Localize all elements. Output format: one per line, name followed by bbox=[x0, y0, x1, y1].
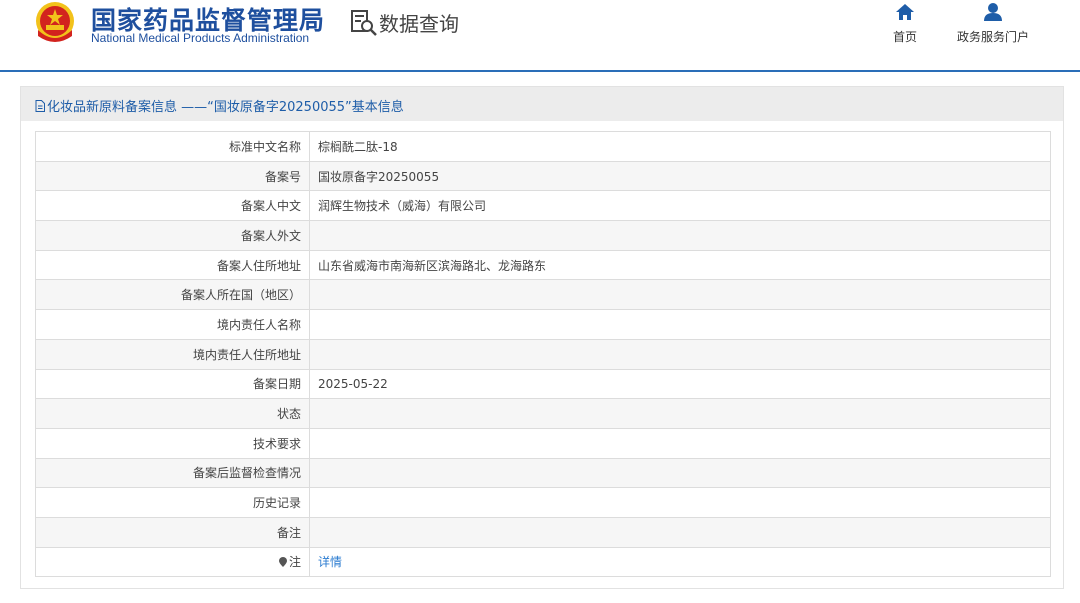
data-query-title: 数据查询 bbox=[379, 12, 459, 36]
field-label: 境内责任人名称 bbox=[35, 309, 310, 340]
field-label: 技术要求 bbox=[35, 427, 310, 459]
field-label: 备案人中文 bbox=[35, 190, 310, 222]
field-value: 2025-05-22 bbox=[309, 368, 1051, 400]
table-row: 状态 bbox=[35, 398, 1051, 429]
nav-home-label: 首页 bbox=[892, 30, 917, 44]
table-row: 境内责任人名称 bbox=[35, 309, 1051, 340]
field-value: 国妆原备字20250055 bbox=[309, 160, 1051, 192]
field-value bbox=[309, 309, 1051, 340]
field-value: 棕榈酰二肽-18 bbox=[309, 131, 1051, 162]
field-value bbox=[309, 457, 1051, 489]
table-row: 标准中文名称 棕榈酰二肽-18 bbox=[35, 131, 1051, 162]
table-row: 备案日期 2025-05-22 bbox=[35, 368, 1051, 400]
field-value bbox=[309, 516, 1051, 548]
note-label: 注 bbox=[288, 555, 301, 570]
field-label: 状态 bbox=[35, 398, 310, 429]
field-label: 备案日期 bbox=[35, 368, 310, 400]
note-value-cell: 详情 bbox=[309, 546, 1051, 578]
record-panel: 化妆品新原料备案信息 ——“国妆原备字20250055”基本信息 标准中文名称棕… bbox=[20, 86, 1064, 589]
field-label: 境内责任人住所地址 bbox=[35, 338, 310, 370]
field-value: 山东省威海市南海新区滨海路北、龙海路东 bbox=[309, 249, 1051, 281]
header-divider bbox=[0, 70, 1080, 72]
field-label: 标准中文名称 bbox=[35, 131, 310, 162]
national-emblem-icon bbox=[36, 2, 74, 42]
table-row: 备案人住所地址 山东省威海市南海新区滨海路北、龙海路东 bbox=[35, 249, 1051, 281]
table-row: 历史记录 bbox=[35, 487, 1051, 518]
note-label-cell: 注 bbox=[35, 546, 310, 578]
nav-portal-label: 政务服务门户 bbox=[956, 30, 1029, 44]
panel-header: 化妆品新原料备案信息 ——“国妆原备字20250055”基本信息 bbox=[21, 87, 1063, 121]
table-row: 备注 bbox=[35, 516, 1051, 548]
details-link[interactable]: 详情 bbox=[318, 555, 342, 569]
field-value bbox=[309, 487, 1051, 518]
brand-title-en: National Medical Products Administration bbox=[91, 31, 310, 45]
record-info-table: 标准中文名称 棕榈酰二肽-18 备案号 国妆原备字20250055 备案人中文 润辉生物技… bbox=[35, 131, 1051, 578]
site-header: 国家药品监督管理局 National Medical Products Admi… bbox=[0, 0, 1080, 72]
panel-title: 化妆品新原料备案信息 ——“国妆原备字20250055”基本信息 bbox=[35, 96, 404, 115]
nav-portal-link[interactable]: 政务服务门户 bbox=[952, 2, 1034, 45]
table-row: 技术要求 bbox=[35, 427, 1051, 459]
field-label: 备案后监督检查情况 bbox=[35, 457, 310, 489]
note-row: 注 详情 bbox=[35, 546, 1051, 578]
table-row: 备案人所在国（地区） bbox=[35, 279, 1051, 311]
home-icon bbox=[896, 4, 914, 20]
data-query-icon bbox=[351, 10, 377, 36]
document-icon bbox=[35, 100, 45, 112]
field-label: 备案人所在国（地区） bbox=[35, 279, 310, 311]
table-row: 备案后监督检查情况 bbox=[35, 457, 1051, 489]
field-label: 历史记录 bbox=[35, 487, 310, 518]
table-row: 备案号 国妆原备字20250055 bbox=[35, 160, 1051, 192]
field-value bbox=[309, 398, 1051, 429]
field-value bbox=[309, 338, 1051, 370]
table-row: 备案人中文 润辉生物技术（威海）有限公司 bbox=[35, 190, 1051, 222]
field-value bbox=[309, 427, 1051, 459]
field-label: 备案号 bbox=[35, 160, 310, 192]
pin-icon bbox=[278, 557, 287, 568]
panel-title-text: 化妆品新原料备案信息 ——“国妆原备字20250055”基本信息 bbox=[47, 100, 404, 115]
field-value: 润辉生物技术（威海）有限公司 bbox=[309, 190, 1051, 222]
table-row: 备案人外文 bbox=[35, 220, 1051, 251]
field-label: 备注 bbox=[35, 516, 310, 548]
nav-home-link[interactable]: 首页 bbox=[888, 2, 922, 45]
table-row: 境内责任人住所地址 bbox=[35, 338, 1051, 370]
field-label: 备案人外文 bbox=[35, 220, 310, 251]
field-value bbox=[309, 279, 1051, 311]
field-label: 备案人住所地址 bbox=[35, 249, 310, 281]
user-icon bbox=[984, 3, 1002, 21]
field-value bbox=[309, 220, 1051, 251]
